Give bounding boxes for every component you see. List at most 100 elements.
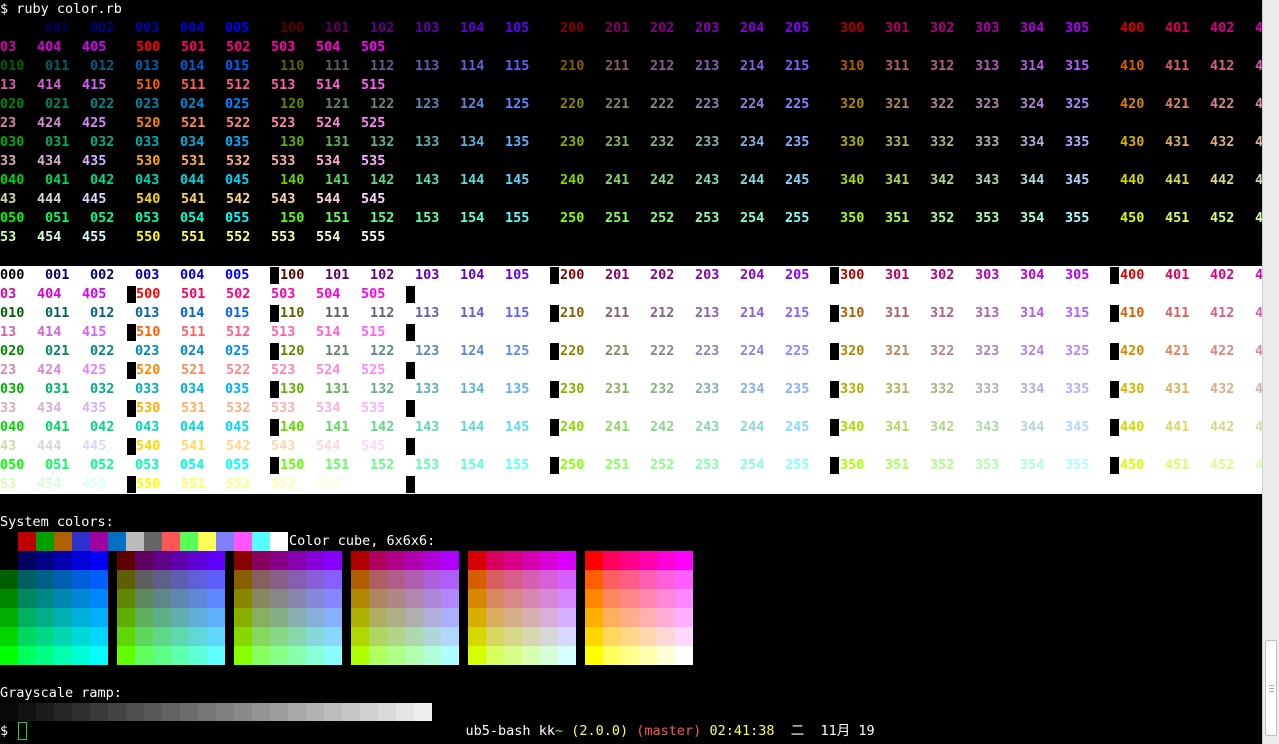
- cube-color-swatch: [135, 627, 153, 646]
- color-code-350: 350: [840, 457, 865, 473]
- cube-color-swatch: [603, 627, 621, 646]
- block-cursor-mark: [830, 457, 839, 474]
- color-code-354: 354: [1020, 210, 1045, 226]
- color-code-435: 435: [82, 153, 107, 169]
- cube-color-swatch: [252, 646, 270, 665]
- block-cursor-mark: [830, 343, 839, 360]
- color-code-154: 154: [460, 457, 485, 473]
- color-code-155: 155: [505, 210, 530, 226]
- color-code-512: 512: [226, 324, 251, 340]
- color-code-225: 225: [785, 96, 810, 112]
- color-code-302: 302: [930, 20, 955, 36]
- color-code-550: 550: [136, 476, 161, 492]
- color-code-132: 132: [370, 134, 395, 150]
- color-code-544: 544: [316, 438, 341, 454]
- prompt-host: ub5-bash: [465, 723, 531, 739]
- color-code-413: 13: [0, 324, 17, 340]
- vertical-scrollbar[interactable]: [1262, 0, 1279, 744]
- grayscale-swatch: [144, 703, 162, 721]
- color-code-310: 310: [840, 305, 865, 321]
- color-code-430: 430: [1120, 381, 1145, 397]
- color-code-121: 121: [325, 343, 350, 359]
- color-code-100: 100: [280, 20, 305, 36]
- cube-color-swatch: [36, 608, 54, 627]
- color-code-040: 040: [0, 172, 25, 188]
- scrollbar-thumb[interactable]: [1265, 640, 1277, 736]
- color-code-335: 335: [1065, 381, 1090, 397]
- color-code-021: 021: [45, 96, 70, 112]
- cube-color-swatch: [306, 589, 324, 608]
- grayscale-swatch: [414, 703, 432, 721]
- color-code-213: 213: [695, 305, 720, 321]
- color-code-433: 433: [1255, 381, 1262, 397]
- cube-color-swatch: [369, 627, 387, 646]
- system-color-swatch: [54, 532, 72, 551]
- color-code-240: 240: [560, 419, 585, 435]
- color-code-154: 154: [460, 210, 485, 226]
- cube-color-swatch: [189, 551, 207, 570]
- color-code-142: 142: [370, 172, 395, 188]
- cube-color-swatch: [540, 608, 558, 627]
- cube-color-swatch: [351, 551, 369, 570]
- cube-color-swatch: [306, 551, 324, 570]
- cube-color-swatch: [540, 589, 558, 608]
- cube-color-swatch: [153, 551, 171, 570]
- color-code-443: 443: [1255, 419, 1262, 435]
- grayscale-swatch: [90, 703, 108, 721]
- color-code-501: 501: [181, 39, 206, 55]
- color-code-050: 050: [0, 457, 25, 473]
- color-code-312: 312: [930, 58, 955, 74]
- color-code-530: 530: [136, 153, 161, 169]
- color-code-500: 500: [136, 286, 161, 302]
- color-code-420: 420: [1120, 96, 1145, 112]
- color-code-131: 131: [325, 381, 350, 397]
- color-code-233: 233: [695, 381, 720, 397]
- color-code-345: 345: [1065, 172, 1090, 188]
- color-code-353: 353: [975, 210, 1000, 226]
- color-code-451: 451: [1165, 210, 1190, 226]
- color-code-325: 325: [1065, 96, 1090, 112]
- cube-color-swatch: [288, 646, 306, 665]
- cube-color-swatch: [207, 646, 225, 665]
- color-code-133: 133: [415, 381, 440, 397]
- color-code-152: 152: [370, 457, 395, 473]
- color-code-115: 115: [505, 305, 530, 321]
- color-code-330: 330: [840, 134, 865, 150]
- cube-color-swatch: [252, 570, 270, 589]
- color-code-034: 034: [180, 134, 205, 150]
- block-cursor-mark: [1110, 457, 1119, 474]
- color-code-441: 441: [1165, 172, 1190, 188]
- color-code-033: 033: [135, 381, 160, 397]
- color-code-004: 004: [180, 20, 205, 36]
- color-code-022: 022: [90, 96, 115, 112]
- cube-color-swatch: [252, 627, 270, 646]
- color-code-525: 525: [361, 362, 386, 378]
- cube-color-swatch: [234, 608, 252, 627]
- color-code-122: 122: [370, 343, 395, 359]
- color-code-300: 300: [840, 267, 865, 283]
- block-cursor-mark: [406, 400, 415, 417]
- cube-color-swatch: [36, 551, 54, 570]
- color-code-415: 415: [82, 77, 107, 93]
- color-code-422: 422: [1210, 96, 1235, 112]
- cube-color-swatch: [558, 627, 576, 646]
- color-code-140: 140: [280, 172, 305, 188]
- cube-color-swatch: [90, 608, 108, 627]
- cube-color-swatch: [657, 608, 675, 627]
- cube-color-swatch: [621, 589, 639, 608]
- color-code-534: 534: [316, 400, 341, 416]
- terminal-window[interactable]: $ ruby color.rb 000 001 002 003 004 005 100 101…: [0, 0, 1262, 744]
- color-code-532: 532: [226, 400, 251, 416]
- cube-color-swatch: [171, 646, 189, 665]
- cube-color-swatch: [639, 570, 657, 589]
- color-code-415: 415: [82, 324, 107, 340]
- color-code-140: 140: [280, 419, 305, 435]
- color-code-355: 355: [1065, 210, 1090, 226]
- system-color-swatch: [126, 532, 144, 551]
- color-code-443: 443: [1255, 172, 1262, 188]
- cube-color-swatch: [207, 570, 225, 589]
- system-color-swatch: [162, 532, 180, 551]
- color-code-301: 301: [885, 20, 910, 36]
- grayscale-swatch: [54, 703, 72, 721]
- system-color-swatch: [180, 532, 198, 551]
